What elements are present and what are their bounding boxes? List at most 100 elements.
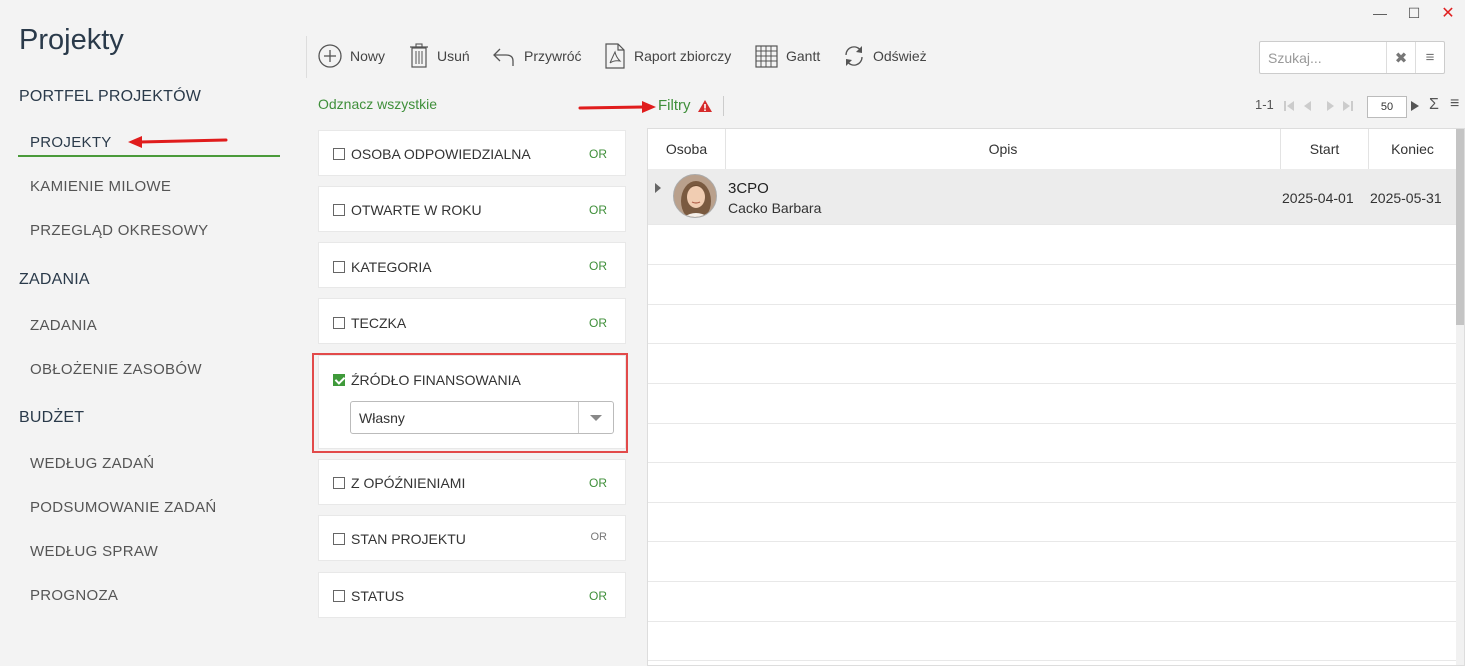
page-size-input[interactable]: 50 — [1367, 96, 1407, 118]
sidebar-item-wedlug-zadan[interactable]: WEDŁUG ZADAŃ — [30, 455, 154, 472]
empty-row — [648, 305, 1456, 344]
restore-button-label: Przywróć — [524, 48, 582, 64]
empty-row — [648, 622, 1456, 661]
new-button-label: Nowy — [350, 48, 386, 64]
maximize-icon[interactable]: ☐ — [1397, 0, 1431, 26]
filter-label: KATEGORIA — [351, 259, 432, 275]
filters-toggle[interactable]: Filtry — [658, 97, 713, 114]
or-toggle[interactable]: OR — [589, 259, 607, 273]
expand-row-icon[interactable] — [654, 183, 662, 193]
grid-header: Osoba Opis Start Koniec — [648, 129, 1456, 170]
clear-search-icon[interactable]: ✖ — [1386, 42, 1415, 73]
filter-label: OSOBA ODPOWIEDZIALNA — [351, 146, 531, 162]
or-toggle[interactable]: OR — [589, 589, 607, 603]
filter-checkbox[interactable] — [333, 204, 345, 216]
delete-button[interactable]: Usuń — [409, 42, 470, 70]
deselect-all-link[interactable]: Odznacz wszystkie — [318, 96, 437, 112]
refresh-button[interactable]: Odśwież — [843, 42, 927, 70]
report-button-label: Raport zbiorczy — [634, 48, 732, 64]
first-page-icon[interactable] — [1284, 101, 1294, 111]
annotation-arrow-icon — [128, 136, 228, 148]
filters-separator — [723, 96, 724, 116]
empty-row — [648, 265, 1456, 305]
or-toggle[interactable]: OR — [589, 147, 607, 161]
filter-checkbox[interactable] — [333, 533, 345, 545]
menu-icon[interactable]: ≡ — [1415, 42, 1444, 73]
filter-status[interactable]: STATUS OR — [318, 572, 626, 618]
grid-icon — [755, 44, 778, 68]
filter-checkbox[interactable] — [333, 477, 345, 489]
column-osoba[interactable]: Osoba — [648, 129, 726, 169]
column-koniec[interactable]: Koniec — [1369, 129, 1456, 169]
filter-checkbox[interactable] — [333, 148, 345, 160]
sidebar-item-przeglad-okresowy[interactable]: PRZEGLĄD OKRESOWY — [30, 222, 208, 239]
annotation-arrow-right-icon — [578, 101, 656, 113]
filter-stan-projektu[interactable]: STAN PROJEKTU OR — [318, 515, 626, 561]
filter-label: STATUS — [351, 588, 405, 604]
filters-title: Filtry — [658, 97, 691, 114]
pager-range: 1-1 — [1255, 97, 1274, 112]
filter-label: TECZKA — [351, 315, 407, 331]
table-row[interactable]: 3CPO Cacko Barbara 2025-04-01 2025-05-31 — [648, 169, 1456, 225]
sidebar-item-zadania[interactable]: ZADANIA — [30, 317, 97, 334]
empty-row — [648, 225, 1456, 265]
or-toggle[interactable]: OR — [589, 476, 607, 490]
empty-row — [648, 542, 1456, 582]
filter-teczka[interactable]: TECZKA OR — [318, 298, 626, 344]
project-name: 3CPO — [728, 180, 769, 197]
warning-icon — [697, 99, 712, 112]
refresh-button-label: Odśwież — [873, 48, 927, 64]
scrollbar-thumb[interactable] — [1456, 129, 1464, 325]
sidebar-item-podsumowanie-zadan[interactable]: PODSUMOWANIE ZADAŃ — [30, 499, 217, 516]
undo-icon — [493, 48, 514, 66]
column-opis[interactable]: Opis — [726, 129, 1281, 169]
minimize-icon[interactable]: — — [1363, 0, 1397, 26]
close-icon[interactable]: ✕ — [1431, 0, 1465, 26]
last-page-icon[interactable] — [1343, 101, 1353, 111]
project-end-date: 2025-05-31 — [1370, 190, 1442, 206]
filter-osoba[interactable]: OSOBA ODPOWIEDZIALNA OR — [318, 130, 626, 176]
sidebar-item-obciazenie-zasobow[interactable]: OBŁOŻENIE ZASOBÓW — [30, 361, 202, 378]
new-button[interactable]: Nowy — [318, 42, 385, 70]
filter-checkbox[interactable] — [333, 261, 345, 273]
sum-icon[interactable]: Σ — [1429, 96, 1439, 114]
sidebar-item-prognoza[interactable]: PROGNOZA — [30, 587, 118, 604]
filter-checkbox[interactable] — [333, 590, 345, 602]
projects-grid: Osoba Opis Start Koniec 3CPO Cacko Barba… — [647, 128, 1465, 666]
or-toggle[interactable]: OR — [589, 203, 607, 217]
search-box: ✖ ≡ — [1259, 41, 1445, 74]
app-title: Projekty — [19, 24, 124, 56]
filter-label: Z OPÓŹNIENIAMI — [351, 475, 466, 491]
empty-row — [648, 384, 1456, 424]
empty-row — [648, 344, 1456, 384]
trash-icon — [410, 43, 428, 68]
empty-row — [648, 424, 1456, 463]
sidebar-item-projekty[interactable]: PROJEKTY — [30, 134, 112, 151]
filter-checkbox[interactable] — [333, 317, 345, 329]
report-button[interactable]: Raport zbiorczy — [604, 42, 731, 70]
empty-row — [648, 582, 1456, 622]
window-controls: — ☐ ✕ — [1363, 0, 1465, 26]
prev-page-icon[interactable] — [1304, 101, 1311, 111]
next-page-icon[interactable] — [1327, 101, 1334, 111]
grid-scrollbar[interactable] — [1456, 129, 1464, 665]
column-start[interactable]: Start — [1281, 129, 1369, 169]
filter-kategoria[interactable]: KATEGORIA OR — [318, 242, 626, 288]
or-toggle[interactable]: OR — [589, 316, 607, 330]
restore-button[interactable]: Przywróć — [492, 42, 582, 70]
gantt-button[interactable]: Gantt — [755, 42, 820, 70]
refresh-icon — [845, 46, 863, 66]
filter-z-opoznieniami[interactable]: Z OPÓŹNIENIAMI OR — [318, 459, 626, 505]
search-input[interactable] — [1260, 42, 1386, 73]
empty-row — [648, 463, 1456, 503]
pdf-file-icon — [605, 43, 625, 69]
section-portfel: PORTFEL PROJEKTÓW — [19, 88, 202, 105]
or-toggle[interactable]: OR — [591, 531, 608, 543]
filter-otwarte-w-roku[interactable]: OTWARTE W ROKU OR — [318, 186, 626, 232]
page-forward-icon[interactable] — [1410, 100, 1420, 112]
project-start-date: 2025-04-01 — [1282, 190, 1354, 206]
sidebar-item-kamienie-milowe[interactable]: KAMIENIE MILOWE — [30, 178, 171, 195]
section-zadania: ZADANIA — [19, 271, 90, 288]
grid-menu-icon[interactable]: ≡ — [1450, 95, 1459, 113]
sidebar-item-wedlug-spraw[interactable]: WEDŁUG SPRAW — [30, 543, 158, 560]
